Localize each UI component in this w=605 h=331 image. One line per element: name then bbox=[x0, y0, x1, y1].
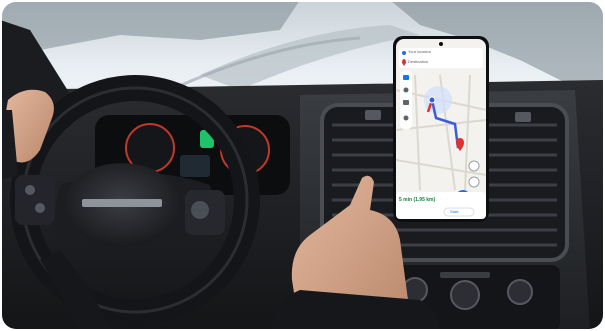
car-interior-scene bbox=[2, 2, 603, 329]
phone-search-destination[interactable]: Destination bbox=[408, 59, 478, 64]
phone-start-button[interactable]: Start bbox=[450, 209, 458, 214]
phone-eta: 5 min (1.95 km) bbox=[399, 197, 436, 203]
scene-frame: Your location Destination 5 min (1.95 km… bbox=[0, 0, 605, 331]
phone-search-origin[interactable]: Your location bbox=[408, 49, 478, 54]
